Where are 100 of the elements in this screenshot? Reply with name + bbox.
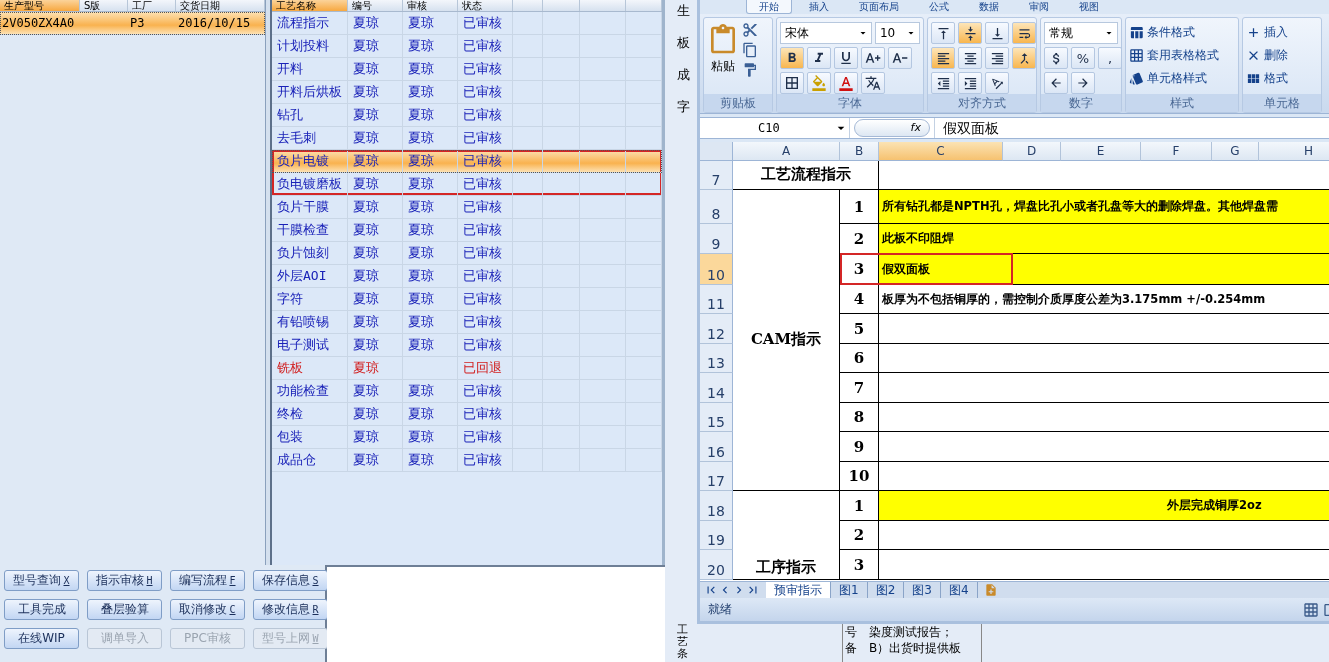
row-header[interactable]: 17: [700, 462, 733, 491]
table-row[interactable]: 开料 夏琼 夏琼 已审核: [272, 58, 662, 81]
align-right-button[interactable]: [985, 47, 1009, 69]
row-header[interactable]: 9: [700, 224, 733, 254]
column-header[interactable]: 工艺名称: [272, 0, 348, 11]
number-format-field[interactable]: 常规: [1044, 22, 1118, 44]
ribbon-menu-button[interactable]: 删除: [1246, 45, 1318, 65]
column-header[interactable]: A: [733, 142, 840, 161]
table-row[interactable]: 外层AOI 夏琼 夏琼 已审核: [272, 265, 662, 288]
paste-button[interactable]: 粘贴: [707, 22, 739, 94]
ribbon-tab[interactable]: 公式: [916, 0, 962, 14]
align-middle-button[interactable]: [958, 22, 982, 44]
action-button[interactable]: 叠层验算: [87, 599, 162, 620]
scissors-icon[interactable]: [742, 22, 758, 38]
ribbon-menu-button[interactable]: 单元格样式: [1129, 68, 1235, 88]
decrease-indent-button[interactable]: [931, 72, 955, 94]
column-header[interactable]: E: [1061, 142, 1141, 161]
menu-label[interactable]: 格式: [1264, 69, 1288, 87]
ribbon-menu-button[interactable]: 格式: [1246, 68, 1318, 88]
ribbon-tab[interactable]: 页面布局: [846, 0, 912, 14]
row-header[interactable]: 8: [700, 190, 733, 224]
table-row[interactable]: 开料后烘板 夏琼 夏琼 已审核: [272, 81, 662, 104]
italic-button[interactable]: [807, 47, 831, 69]
align-top-button[interactable]: [931, 22, 955, 44]
menu-label[interactable]: 删除: [1264, 46, 1288, 64]
action-button[interactable]: 取消修改 C: [170, 599, 245, 620]
splitter[interactable]: [265, 0, 272, 565]
font-name-field[interactable]: 宋体: [780, 22, 872, 44]
ribbon-tab[interactable]: 插入: [796, 0, 842, 14]
ribbon-menu-button[interactable]: 插入: [1246, 22, 1318, 42]
shrink-font-button[interactable]: [888, 47, 912, 69]
table-row[interactable]: 计划投料 夏琼 夏琼 已审核: [272, 35, 662, 58]
row-header[interactable]: 11: [700, 285, 733, 314]
row-header[interactable]: 10: [700, 254, 733, 285]
increase-decimal-button[interactable]: [1044, 72, 1068, 94]
column-header[interactable]: B: [840, 142, 879, 161]
copy-icon[interactable]: [742, 42, 758, 58]
ribbon-tab[interactable]: 数据: [966, 0, 1012, 14]
ribbon-menu-button[interactable]: 条件格式: [1129, 22, 1235, 42]
row-header[interactable]: 20: [700, 550, 733, 580]
decrease-decimal-button[interactable]: [1071, 72, 1095, 94]
align-bottom-button[interactable]: [985, 22, 1009, 44]
table-row[interactable]: 负片电镀 夏琼 夏琼 已审核: [272, 150, 662, 173]
number-format-button[interactable]: ,: [1098, 47, 1122, 69]
table-row[interactable]: 负电镀磨板 夏琼 夏琼 已审核: [272, 173, 662, 196]
table-row[interactable]: 铣板 夏琼 已回退: [272, 357, 662, 380]
ribbon-menu-button[interactable]: 套用表格格式: [1129, 45, 1235, 65]
row-header[interactable]: 14: [700, 373, 733, 403]
menu-label[interactable]: 插入: [1264, 23, 1288, 41]
table-row[interactable]: 功能检查 夏琼 夏琼 已审核: [272, 380, 662, 403]
formula-field[interactable]: 假双面板: [934, 118, 999, 138]
row-header[interactable]: 13: [700, 344, 733, 373]
column-header[interactable]: 工厂: [128, 0, 176, 11]
action-button[interactable]: 指示审核 H: [87, 570, 162, 591]
table-row[interactable]: 有铅喷锡 夏琼 夏琼 已审核: [272, 311, 662, 334]
wrap-text-button[interactable]: [1012, 22, 1036, 44]
name-box[interactable]: C10: [700, 118, 850, 138]
sheet-tab[interactable]: 预审指示: [766, 582, 831, 599]
table-row[interactable]: 负片蚀刻 夏琼 夏琼 已审核: [272, 242, 662, 265]
increase-indent-button[interactable]: [958, 72, 982, 94]
column-header[interactable]: G: [1212, 142, 1259, 161]
column-header[interactable]: 状态: [458, 0, 513, 11]
table-row[interactable]: 流程指示 夏琼 夏琼 已审核: [272, 12, 662, 35]
row-header[interactable]: 12: [700, 314, 733, 344]
action-button[interactable]: 修改信息 R: [253, 599, 328, 620]
column-header[interactable]: F: [1141, 142, 1212, 161]
action-button[interactable]: 型号查询 X: [4, 570, 79, 591]
ribbon-tab[interactable]: 审阅: [1016, 0, 1062, 14]
row-header[interactable]: 19: [700, 521, 733, 550]
paintbrush-icon[interactable]: [742, 62, 758, 78]
column-header[interactable]: C: [879, 142, 1003, 161]
align-center-button[interactable]: [958, 47, 982, 69]
align-left-button[interactable]: [931, 47, 955, 69]
menu-label[interactable]: 单元格样式: [1147, 69, 1207, 87]
list-row[interactable]: 2V050ZX4A0 P3 2016/10/15: [0, 12, 265, 35]
phonetic-button[interactable]: [861, 72, 885, 94]
fill-color-button[interactable]: [807, 72, 831, 94]
table-row[interactable]: 干膜检查 夏琼 夏琼 已审核: [272, 219, 662, 242]
column-header[interactable]: S版: [80, 0, 128, 11]
normal-view-icon[interactable]: [1303, 601, 1319, 618]
currency-button[interactable]: [1044, 47, 1068, 69]
row-header[interactable]: 7: [700, 161, 733, 190]
font-color-button[interactable]: [834, 72, 858, 94]
table-row[interactable]: 终检 夏琼 夏琼 已审核: [272, 403, 662, 426]
row-header[interactable]: 15: [700, 403, 733, 432]
table-row[interactable]: 电子测试 夏琼 夏琼 已审核: [272, 334, 662, 357]
row-header[interactable]: 18: [700, 491, 733, 521]
menu-label[interactable]: 套用表格格式: [1147, 46, 1219, 64]
merge-button[interactable]: [1012, 47, 1036, 69]
ribbon-tab[interactable]: 开始: [746, 0, 792, 14]
table-row[interactable]: 钻孔 夏琼 夏琼 已审核: [272, 104, 662, 127]
menu-label[interactable]: 条件格式: [1147, 23, 1195, 41]
action-button[interactable]: 保存信息 S: [253, 570, 328, 591]
table-row[interactable]: 包装 夏琼 夏琼 已审核: [272, 426, 662, 449]
underline-button[interactable]: [834, 47, 858, 69]
borders-button[interactable]: [780, 72, 804, 94]
column-header[interactable]: 审核: [403, 0, 458, 11]
row-header[interactable]: 16: [700, 432, 733, 462]
orientation-button[interactable]: [985, 72, 1009, 94]
function-button[interactable]: fx: [854, 119, 930, 137]
